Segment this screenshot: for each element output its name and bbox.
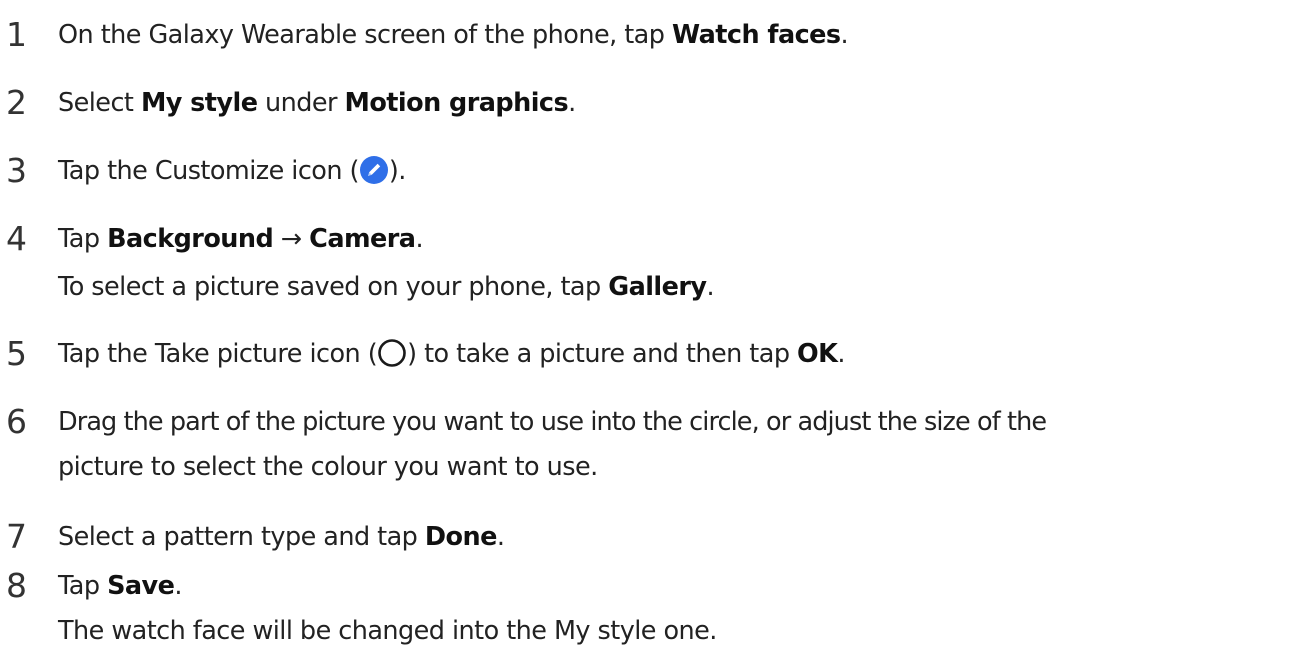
step-note: To select a picture saved on your phone,…	[58, 268, 715, 306]
step-number: 3	[6, 151, 27, 190]
step-number: 7	[6, 517, 27, 556]
step-text: Tap the Take picture icon ( ) to take a p…	[58, 335, 845, 373]
step-text-segment: Tap the Take picture icon (	[58, 339, 378, 369]
ui-term: OK	[797, 339, 838, 369]
step-text-segment: ).	[388, 156, 407, 186]
step-number: 1	[6, 15, 27, 54]
pencil-edit-icon	[359, 155, 389, 185]
step-text-segment: Tap the Customize icon (	[58, 156, 359, 186]
step-text: Select a pattern type and tap Done.	[58, 518, 505, 556]
step-note: The watch face will be changed into the …	[58, 616, 717, 646]
step-text-continued: picture to select the colour you want to…	[58, 452, 598, 482]
step-number: 6	[6, 402, 27, 441]
step-text: Tap Background → Camera.	[58, 220, 424, 258]
step-number: 5	[6, 334, 27, 373]
ui-term: Done	[424, 522, 497, 552]
step-text: Drag the part of the picture you want to…	[58, 407, 1047, 437]
step-text-segment: Tap	[58, 224, 108, 254]
step-text-segment: →	[273, 224, 310, 254]
step-number: 8	[6, 566, 27, 605]
step-text-segment: Select a pattern type and tap	[58, 522, 425, 552]
capture-circle-icon	[377, 338, 407, 368]
step-text: Tap the Customize icon ().	[58, 152, 406, 190]
step-text-segment: Select	[58, 88, 141, 118]
step-text-segment: To select a picture saved on your phone,…	[58, 272, 609, 302]
step-text: On the Galaxy Wearable screen of the pho…	[58, 16, 849, 54]
step-number: 2	[6, 83, 27, 122]
ui-term: Gallery	[608, 272, 707, 302]
step-number: 4	[6, 219, 27, 258]
step-text-segment: .	[837, 339, 845, 369]
step-text-segment: .	[706, 272, 715, 302]
step-text: Select My style under Motion graphics.	[58, 84, 576, 122]
step-text: Tap Save.	[58, 567, 182, 605]
step-text-segment: .	[415, 224, 423, 254]
step-text-segment: .	[496, 522, 505, 552]
step-text-segment: .	[568, 88, 576, 118]
step-text-segment: Tap	[58, 571, 108, 601]
step-text-segment: On the Galaxy Wearable screen of the pho…	[58, 20, 672, 50]
ui-term: Watch faces	[671, 20, 841, 50]
step-text-segment: under	[257, 88, 345, 118]
ui-term: My style	[140, 88, 258, 118]
step-text-segment: .	[840, 20, 849, 50]
step-text-segment: ) to take a picture and then tap	[407, 339, 798, 369]
ui-term: Save	[107, 571, 175, 601]
ui-term: Motion graphics	[344, 88, 569, 118]
ui-term: Camera	[309, 224, 416, 254]
ui-term: Background	[107, 224, 274, 254]
step-text-segment: .	[174, 571, 182, 601]
